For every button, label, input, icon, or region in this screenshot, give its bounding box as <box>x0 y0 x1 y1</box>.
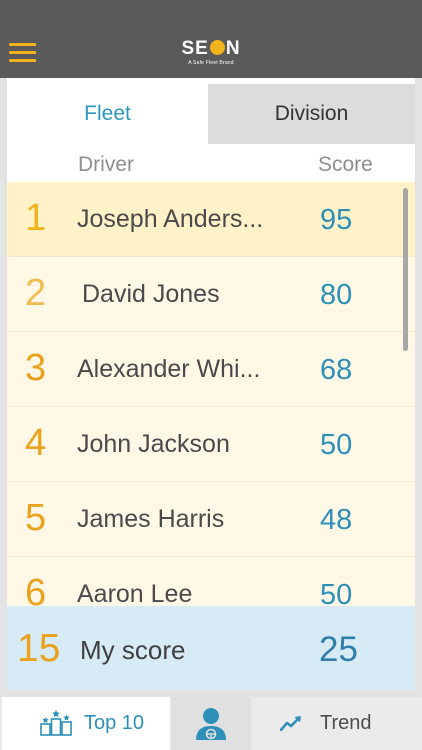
driver-row-6[interactable]: 6 Aaron Lee 50 <box>7 557 415 606</box>
logo-wordmark: SE N <box>181 38 241 59</box>
driver-row-1[interactable]: 1 Joseph Anders... 95 <box>7 182 415 257</box>
driver-row-5[interactable]: 5 James Harris 48 <box>7 482 415 557</box>
logo-o-circle-icon <box>209 40 225 55</box>
driver-score: 80 <box>320 279 353 311</box>
app-header: SE N A Safe Fleet Brand <box>0 0 422 78</box>
tab-division[interactable]: Division <box>208 84 415 144</box>
nav-top10-button[interactable]: Top 10 <box>2 697 170 750</box>
driver-rank: 5 <box>25 497 47 539</box>
driver-row-4[interactable]: 4 John Jackson 50 <box>7 407 415 482</box>
scope-tabs: Fleet Division <box>7 78 415 144</box>
driver-rank: 4 <box>25 422 47 464</box>
my-score-label: My score <box>80 635 186 665</box>
driver-name: James Harris <box>77 505 225 533</box>
driver-rank: 6 <box>25 572 47 606</box>
driver-rank: 2 <box>25 272 47 314</box>
trend-chart-icon <box>280 716 301 731</box>
column-headers: Driver Score <box>7 144 415 182</box>
driver-name: Aaron Lee <box>77 580 193 606</box>
nav-trend-button[interactable]: Trend <box>252 697 422 750</box>
driver-ranking-list[interactable]: 1 Joseph Anders... 95 2 David Jones 80 3… <box>7 182 415 606</box>
my-rank: 15 <box>17 627 61 670</box>
logo-tagline: A Safe Fleet Brand <box>188 60 234 66</box>
driver-name: Alexander Whi... <box>77 355 261 383</box>
nav-trend-label: Trend <box>320 712 372 734</box>
driver-score: 95 <box>320 204 353 236</box>
my-score-value: 25 <box>319 630 358 669</box>
driver-score: 50 <box>320 429 353 461</box>
driver-name: Joseph Anders... <box>77 205 264 233</box>
driver-rank: 1 <box>25 197 47 239</box>
leaderboard-panel: Fleet Division Driver Score 1 Joseph And… <box>7 78 415 690</box>
driver-score: 50 <box>320 579 353 606</box>
column-header-driver: Driver <box>78 153 134 176</box>
driver-rank: 3 <box>25 347 47 389</box>
tab-fleet[interactable]: Fleet <box>7 84 208 144</box>
list-scrollbar[interactable] <box>403 188 408 351</box>
driver-row-3[interactable]: 3 Alexander Whi... 68 <box>7 332 415 407</box>
driver-score: 68 <box>320 354 353 386</box>
column-header-score: Score <box>318 153 373 176</box>
nav-profile-button[interactable] <box>171 697 251 750</box>
driver-score: 48 <box>320 504 353 536</box>
my-score-row[interactable]: 15 My score 25 <box>7 606 415 690</box>
bottom-navigation: Top 10 Trend <box>0 697 422 750</box>
podium-icon <box>40 710 72 736</box>
driver-row-2[interactable]: 2 David Jones 80 <box>7 257 415 332</box>
app-screen: SE N A Safe Fleet Brand Fleet Division Dr… <box>0 0 422 750</box>
driver-profile-icon <box>196 708 226 740</box>
brand-logo: SE N A Safe Fleet Brand <box>0 38 422 66</box>
nav-top10-label: Top 10 <box>84 712 145 734</box>
driver-name: David Jones <box>82 280 220 308</box>
driver-name: John Jackson <box>77 430 230 458</box>
